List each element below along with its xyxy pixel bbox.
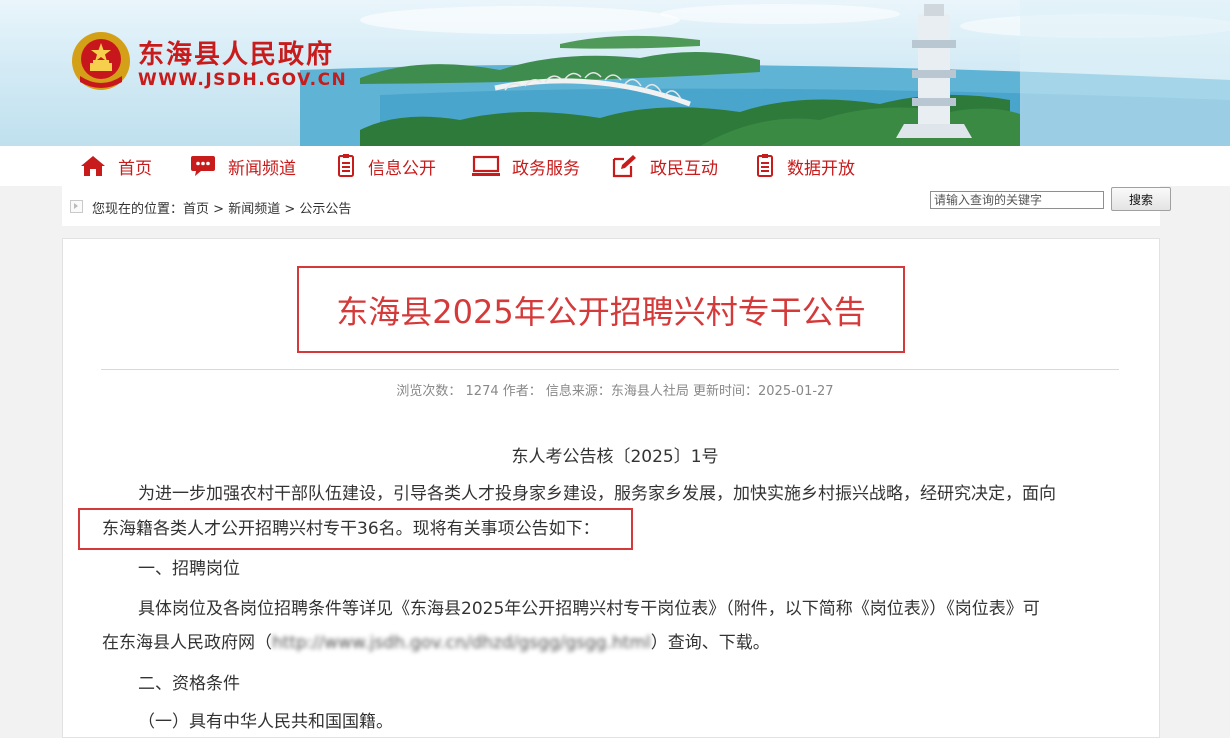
location-arrow-icon — [70, 200, 83, 213]
article-meta: 浏览次数： 1274 作者： 信息来源：东海县人社局 更新时间：2025-01-… — [396, 384, 834, 399]
breadcrumb-announcements[interactable]: 公示公告 — [299, 202, 351, 217]
site-url: WWW.JSDH.GOV.CN — [138, 70, 348, 90]
document-number: 东人考公告核〔2025〕1号 — [511, 447, 719, 467]
edit-icon — [612, 155, 636, 178]
nav-item-label: 数据开放 — [787, 158, 855, 179]
chat-bubble-icon — [191, 156, 215, 176]
nav-item-label: 新闻频道 — [228, 158, 296, 179]
download-link[interactable]: http://www.jsdh.gov.cn/dhzd/gsgg/gsgg.ht… — [272, 633, 651, 653]
breadcrumb-news[interactable]: 新闻频道 — [228, 202, 280, 217]
breadcrumb-separator: > — [280, 202, 300, 217]
nav-item-news[interactable]: 新闻频道 — [190, 146, 296, 186]
breadcrumb: 您现在的位置：首页 > 新闻频道 > 公示公告 — [92, 198, 351, 217]
breadcrumb-home[interactable]: 首页 — [183, 202, 209, 217]
site-banner: 东海县人民政府 WWW.JSDH.GOV.CN — [0, 0, 1230, 146]
section-1-line-2-suffix: ）查询、下载。 — [650, 633, 770, 653]
monitor-icon — [472, 155, 500, 176]
section-1-line-1: 具体岗位及各岗位招聘条件等详见《东海县2025年公开招聘兴村专干岗位表》（附件，… — [138, 599, 1040, 619]
document-list-icon — [338, 154, 354, 177]
nav-item-government-services[interactable]: 政务服务 — [472, 146, 580, 186]
nav-item-label: 政务服务 — [512, 158, 580, 179]
national-emblem-logo — [72, 32, 130, 90]
intro-line-1: 为进一步加强农村干部队伍建设，引导各类人才投身家乡建设，服务家乡发展，加快实施乡… — [138, 484, 1056, 504]
search-button[interactable]: 搜索 — [1111, 187, 1171, 211]
section-1-line-2-prefix: 在东海县人民政府网（ — [102, 633, 272, 653]
nav-item-public-interaction[interactable]: 政民互动 — [612, 146, 718, 186]
nav-item-label: 政民互动 — [650, 158, 718, 179]
section-2-heading: 二、资格条件 — [138, 674, 240, 694]
breadcrumb-separator: > — [209, 202, 229, 217]
section-1-heading: 一、招聘岗位 — [138, 559, 240, 579]
main-nav: 首页 新闻频道 信息公开 政务服务 政民互动 数据开放 — [0, 146, 1230, 186]
data-list-icon — [757, 154, 773, 177]
article-title: 东海县2025年公开招聘兴村专干公告 — [336, 292, 866, 331]
nav-item-home[interactable]: 首页 — [80, 146, 152, 186]
highlight-box — [78, 508, 633, 550]
nav-item-info-disclosure[interactable]: 信息公开 — [336, 146, 436, 186]
section-1-line-2: 在东海县人民政府网（http://www.jsdh.gov.cn/dhzd/gs… — [102, 632, 770, 654]
title-divider — [101, 369, 1119, 370]
nav-item-label: 首页 — [118, 158, 152, 179]
home-icon — [81, 156, 105, 176]
search-input[interactable] — [930, 191, 1104, 209]
breadcrumb-prefix: 您现在的位置： — [92, 202, 184, 217]
nav-item-open-data[interactable]: 数据开放 — [755, 146, 855, 186]
nav-item-label: 信息公开 — [368, 158, 436, 179]
article-title-box: 东海县2025年公开招聘兴村专干公告 — [297, 266, 905, 353]
site-name: 东海县人民政府 — [138, 40, 335, 70]
